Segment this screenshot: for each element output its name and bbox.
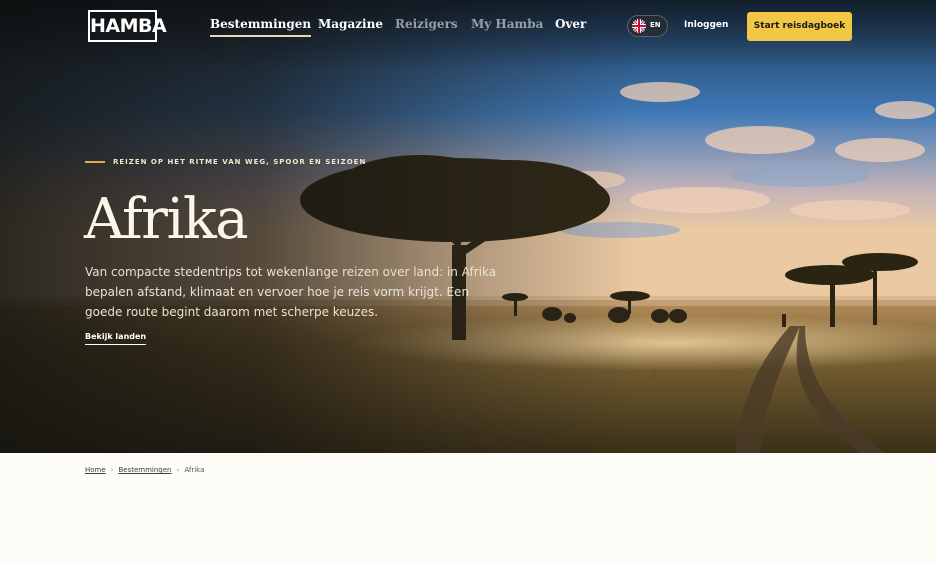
top-navigation: HAMBA Bestemmingen Magazine Reizigers My… (0, 0, 936, 52)
nav-over[interactable]: Over (555, 17, 586, 31)
breadcrumb-current: Afrika (184, 466, 205, 474)
breadcrumb-separator: › (176, 466, 180, 474)
kicker-accent-line (85, 161, 105, 163)
hero-section: HAMBA Bestemmingen Magazine Reizigers My… (0, 0, 936, 453)
nav-bestemmingen[interactable]: Bestemmingen (210, 17, 312, 37)
page-title: Afrika (84, 187, 249, 252)
language-switcher[interactable]: EN (627, 15, 668, 37)
view-countries-link[interactable]: Bekijk landen (85, 332, 147, 345)
language-code: EN (650, 21, 661, 29)
login-link[interactable]: Inloggen (684, 20, 728, 30)
hero-kicker: REIZEN OP HET RITME VAN WEG, SPOOR EN SE… (85, 158, 366, 166)
start-travel-journal-button[interactable]: Start reisdagboek (747, 12, 852, 41)
breadcrumb-bestemmingen[interactable]: Bestemmingen (118, 466, 171, 474)
nav-my-hamba[interactable]: My Hamba (471, 17, 543, 31)
hamba-logo[interactable]: HAMBA (88, 10, 167, 42)
uk-flag-icon (632, 19, 646, 33)
kicker-text: REIZEN OP HET RITME VAN WEG, SPOOR EN SE… (113, 158, 367, 166)
breadcrumb-home[interactable]: Home (85, 466, 106, 474)
nav-magazine[interactable]: Magazine (318, 17, 383, 31)
hero-intro: Van compacte stedentrips tot wekenlange … (85, 265, 497, 319)
breadcrumb: Home › Bestemmingen › Afrika (85, 466, 204, 474)
nav-reizigers[interactable]: Reizigers (395, 17, 458, 31)
breadcrumb-separator: › (110, 466, 114, 474)
